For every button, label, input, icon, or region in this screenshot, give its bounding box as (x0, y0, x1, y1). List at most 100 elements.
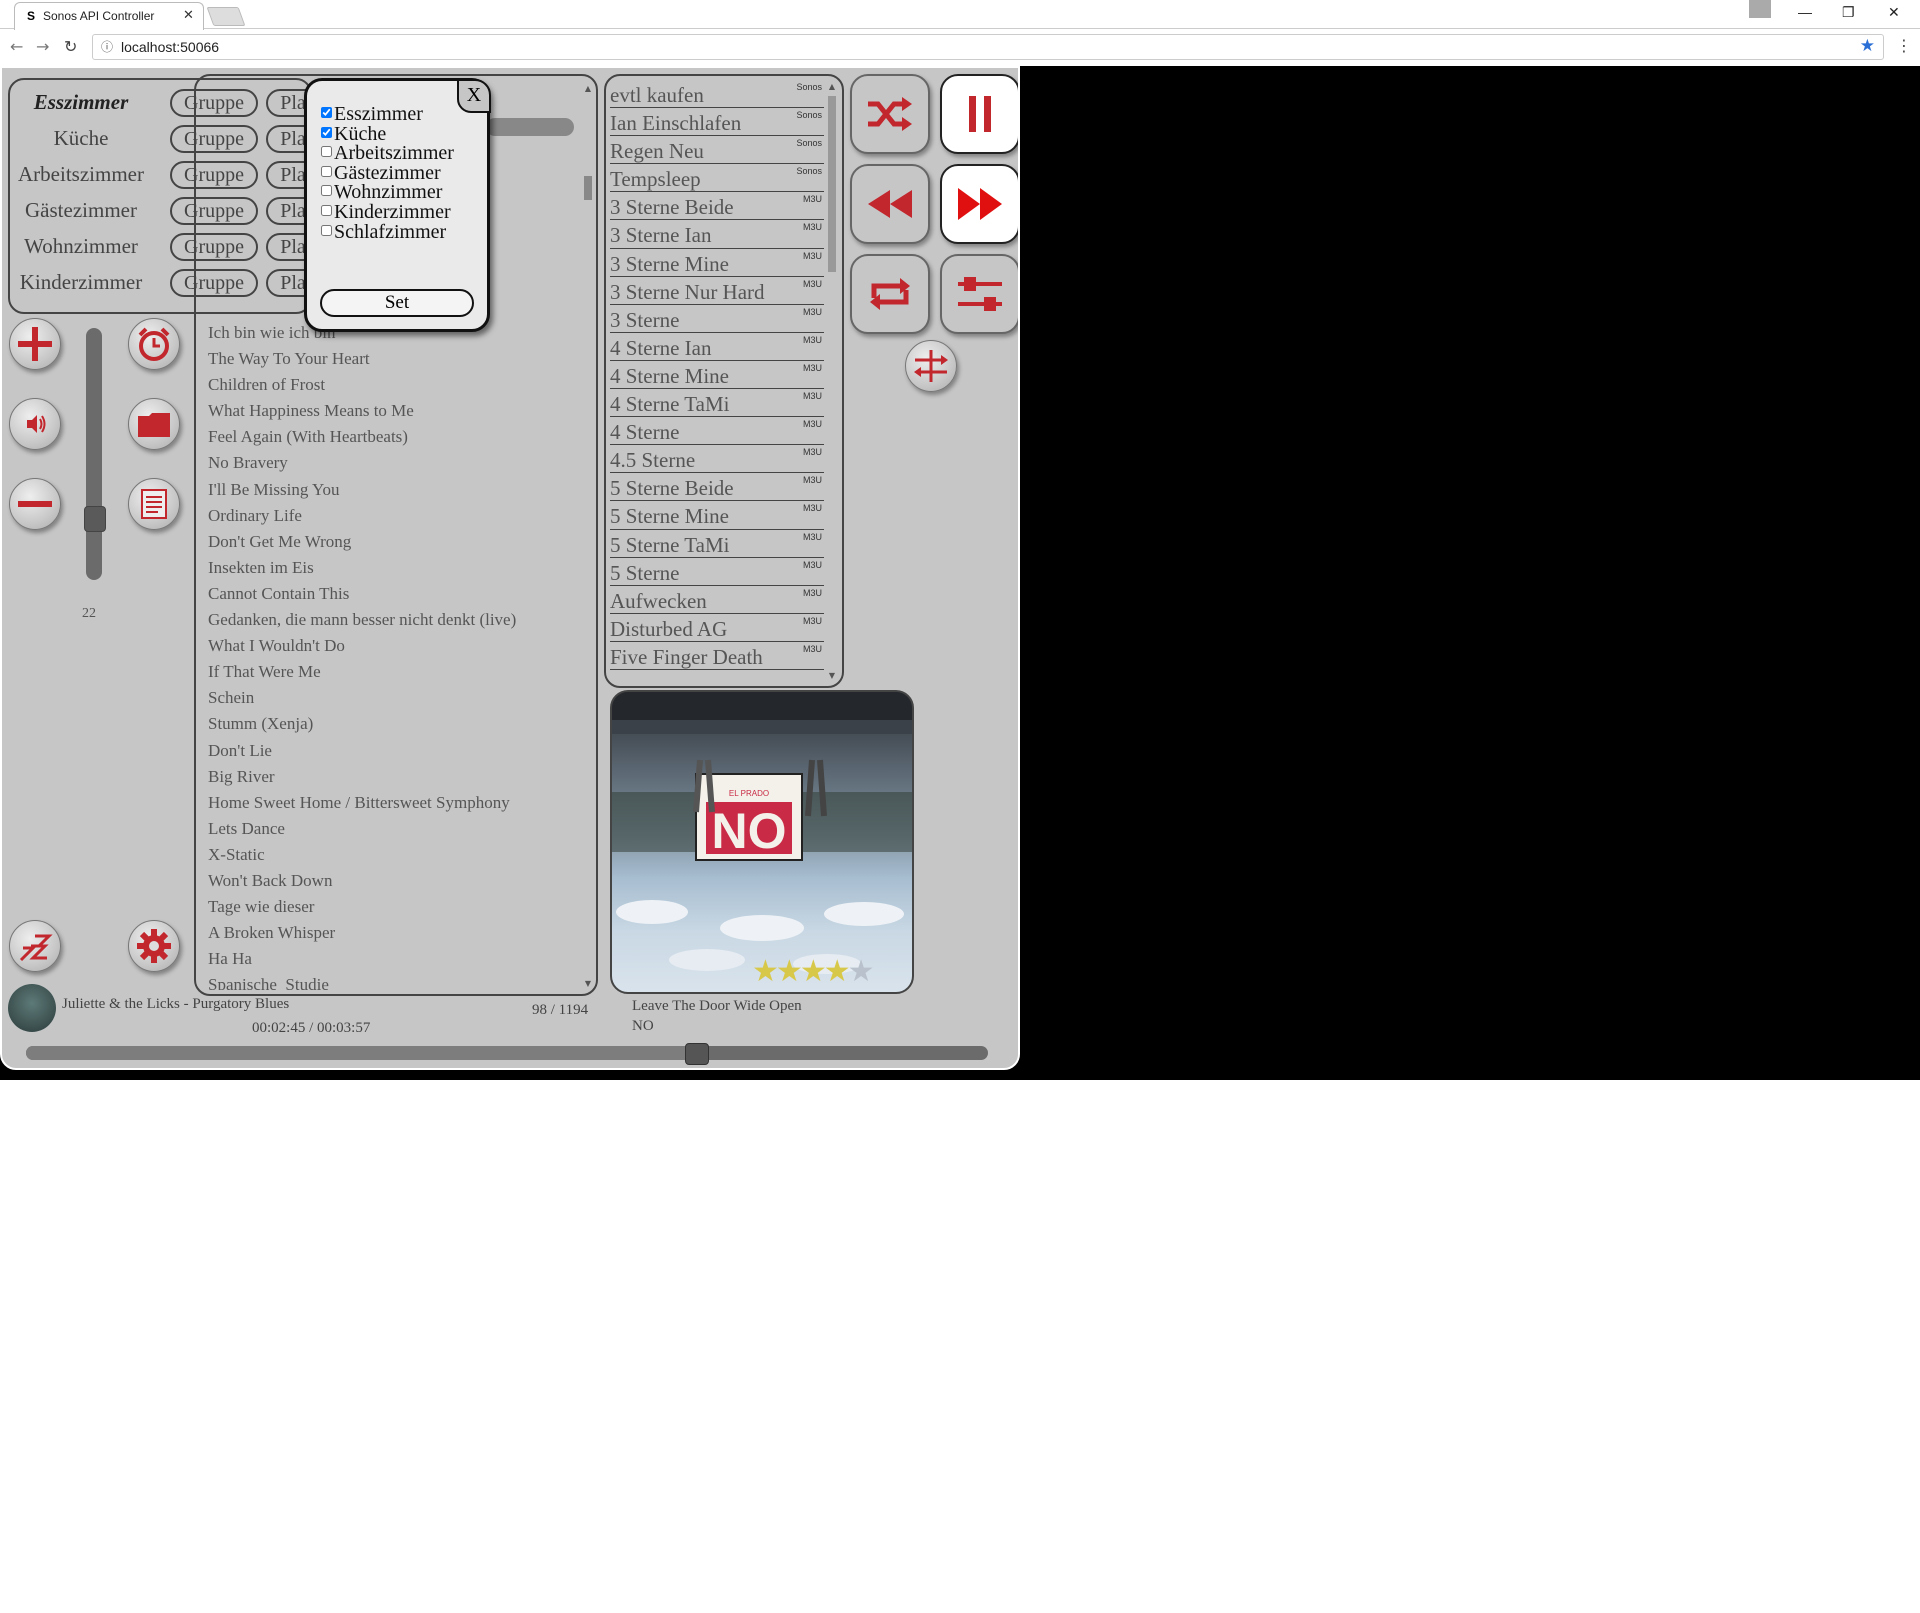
room-name[interactable]: Kinderzimmer (10, 270, 152, 295)
playlist-item[interactable]: Children of Frost (208, 372, 568, 398)
playlist-item[interactable]: Lets Dance (208, 816, 568, 842)
favorite-item[interactable]: 3 Sterne Mine M3U (610, 249, 824, 277)
favorite-item[interactable]: 3 Sterne M3U (610, 305, 824, 333)
favorite-item[interactable]: 3 Sterne Ian M3U (610, 220, 824, 249)
favorite-item[interactable]: 5 Sterne Beide M3U (610, 473, 824, 502)
alarm-button[interactable] (128, 318, 180, 370)
playlist-item[interactable]: Schein (208, 685, 568, 711)
playlist-item[interactable]: What Happiness Means to Me (208, 398, 568, 424)
mute-button[interactable] (9, 398, 61, 450)
room-name[interactable]: Arbeitszimmer (10, 162, 152, 187)
playlist-item[interactable]: No Bravery (208, 450, 568, 476)
group-room-checkbox[interactable] (321, 185, 332, 197)
playlist-item[interactable]: If That Were Me (208, 659, 568, 685)
favorite-item[interactable]: Aufwecken M3U (610, 586, 824, 614)
playlist-item[interactable]: Ha Ha (208, 946, 568, 972)
playlist-scroll-thumb[interactable] (584, 176, 592, 200)
group-room-checkbox[interactable] (321, 107, 332, 118)
favorite-item[interactable]: 4 Sterne TaMi M3U (610, 389, 824, 418)
dialog-close-button[interactable]: X (457, 79, 491, 113)
album-cover[interactable]: EL PRADO NO ★★★★★ (610, 690, 914, 994)
equalizer-settings-button[interactable] (940, 254, 1018, 334)
playlist-item[interactable]: Don't Lie (208, 738, 568, 764)
group-room-option[interactable]: Schlafzimmer (321, 221, 446, 245)
favorite-item[interactable]: 3 Sterne Beide M3U (610, 192, 824, 221)
pause-button[interactable] (940, 74, 1018, 154)
group-room-checkbox[interactable] (321, 224, 332, 236)
playlist-item[interactable]: Feel Again (With Heartbeats) (208, 424, 568, 450)
address-bar[interactable]: ⓘ localhost:50066 ★ (92, 34, 1884, 60)
playlist-scrollbar[interactable]: ▲ ▼ (582, 84, 594, 988)
favorite-item[interactable]: 5 Sterne TaMi M3U (610, 530, 824, 558)
scroll-up-arrow-icon[interactable]: ▲ (582, 84, 594, 93)
room-name[interactable]: Wohnzimmer (10, 234, 152, 259)
sleep-timer-button[interactable] (9, 920, 61, 972)
playlist-item[interactable]: Won't Back Down (208, 868, 568, 894)
star-filled-icon[interactable]: ★ (824, 954, 851, 989)
room-name[interactable]: Küche (10, 126, 152, 151)
playlist-item[interactable]: Gedanken, die mann besser nicht denkt (l… (208, 607, 568, 633)
scroll-up-arrow-icon[interactable]: ▲ (826, 82, 838, 91)
restore-window-icon[interactable]: ❐ (1842, 4, 1855, 21)
favorite-item[interactable]: 4 Sterne M3U (610, 417, 824, 446)
volume-slider[interactable] (84, 328, 106, 580)
favorite-item[interactable]: evtl kaufen Sonos (610, 80, 824, 109)
star-filled-icon[interactable]: ★ (800, 954, 827, 989)
browser-tab[interactable]: S Sonos API Controller ✕ (14, 2, 204, 30)
group-room-checkbox[interactable] (321, 126, 332, 138)
favorites-scrollbar[interactable]: ▲ ▼ (826, 82, 838, 680)
star-filled-icon[interactable]: ★ (752, 954, 779, 989)
playlist-item[interactable]: Don't Get Me Wrong (208, 529, 568, 555)
site-info-icon[interactable]: ⓘ (101, 38, 113, 55)
browse-folder-button[interactable] (128, 398, 180, 450)
group-room-checkbox[interactable] (321, 165, 332, 177)
back-arrow-icon[interactable]: ← (10, 37, 23, 56)
volume-down-button[interactable] (9, 478, 61, 530)
favorite-item[interactable]: Five Finger Death M3U (610, 642, 824, 670)
playlist-item[interactable]: What I Wouldn't Do (208, 633, 568, 659)
tab-close-icon[interactable]: ✕ (183, 7, 194, 23)
playlist-item[interactable]: The Way To Your Heart (208, 346, 568, 372)
playlist-item[interactable]: Big River (208, 764, 568, 790)
forward-arrow-icon[interactable]: → (36, 37, 49, 56)
favorite-item[interactable]: Tempsleep Sonos (610, 164, 824, 193)
playlist-item[interactable]: Home Sweet Home / Bittersweet Symphony (208, 790, 568, 816)
group-room-checkbox[interactable] (321, 205, 332, 216)
playlist-item[interactable]: Insekten im Eis (208, 555, 568, 581)
playlist-button[interactable] (128, 478, 180, 530)
reload-icon[interactable]: ↻ (64, 37, 77, 56)
seek-bar[interactable] (26, 1043, 988, 1065)
favorite-item[interactable]: 4 Sterne Ian M3U (610, 333, 824, 361)
playlist-item[interactable]: Spanische_Studie (208, 972, 568, 990)
group-room-checkbox[interactable] (321, 146, 332, 158)
settings-button[interactable] (128, 920, 180, 972)
seek-bar-thumb[interactable] (685, 1043, 709, 1065)
rating-stars[interactable]: ★★★★★ (752, 954, 875, 989)
crossfade-button[interactable] (905, 340, 957, 392)
room-name[interactable]: Gästezimmer (10, 198, 152, 223)
playlist-item[interactable]: Tage wie dieser (208, 894, 568, 920)
favorite-item[interactable]: Disturbed AG M3U (610, 614, 824, 642)
playlist-item[interactable]: I'll Be Missing You (208, 477, 568, 503)
bookmark-star-icon[interactable]: ★ (1860, 36, 1875, 56)
playlist-list[interactable]: Ich bin wie ich bin The Way To Your Heart… (208, 320, 568, 990)
scroll-down-arrow-icon[interactable]: ▼ (582, 979, 594, 988)
favorite-item[interactable]: 5 Sterne M3U (610, 558, 824, 586)
volume-up-button[interactable] (9, 318, 61, 370)
volume-slider-thumb[interactable] (84, 506, 106, 532)
set-group-button[interactable]: Set (320, 289, 474, 317)
star-empty-icon[interactable]: ★ (848, 954, 875, 989)
room-name[interactable]: Esszimmer (10, 90, 152, 115)
favorite-item[interactable]: 4.5 Sterne M3U (610, 445, 824, 474)
star-filled-icon[interactable]: ★ (776, 954, 803, 989)
previous-track-button[interactable] (850, 164, 930, 244)
repeat-button[interactable] (850, 254, 930, 334)
favorites-list[interactable]: evtl kaufen Sonos Ian Einschlafen Sonos Rege… (610, 80, 824, 670)
url-text[interactable]: localhost:50066 (121, 39, 219, 55)
favorite-item[interactable]: 5 Sterne Mine M3U (610, 501, 824, 530)
playlist-item[interactable]: A Broken Whisper (208, 920, 568, 946)
profile-avatar-icon[interactable] (1749, 0, 1771, 18)
close-window-icon[interactable]: ✕ (1888, 4, 1900, 21)
playlist-filter-bar[interactable] (486, 118, 574, 136)
playlist-item[interactable]: Ordinary Life (208, 503, 568, 529)
